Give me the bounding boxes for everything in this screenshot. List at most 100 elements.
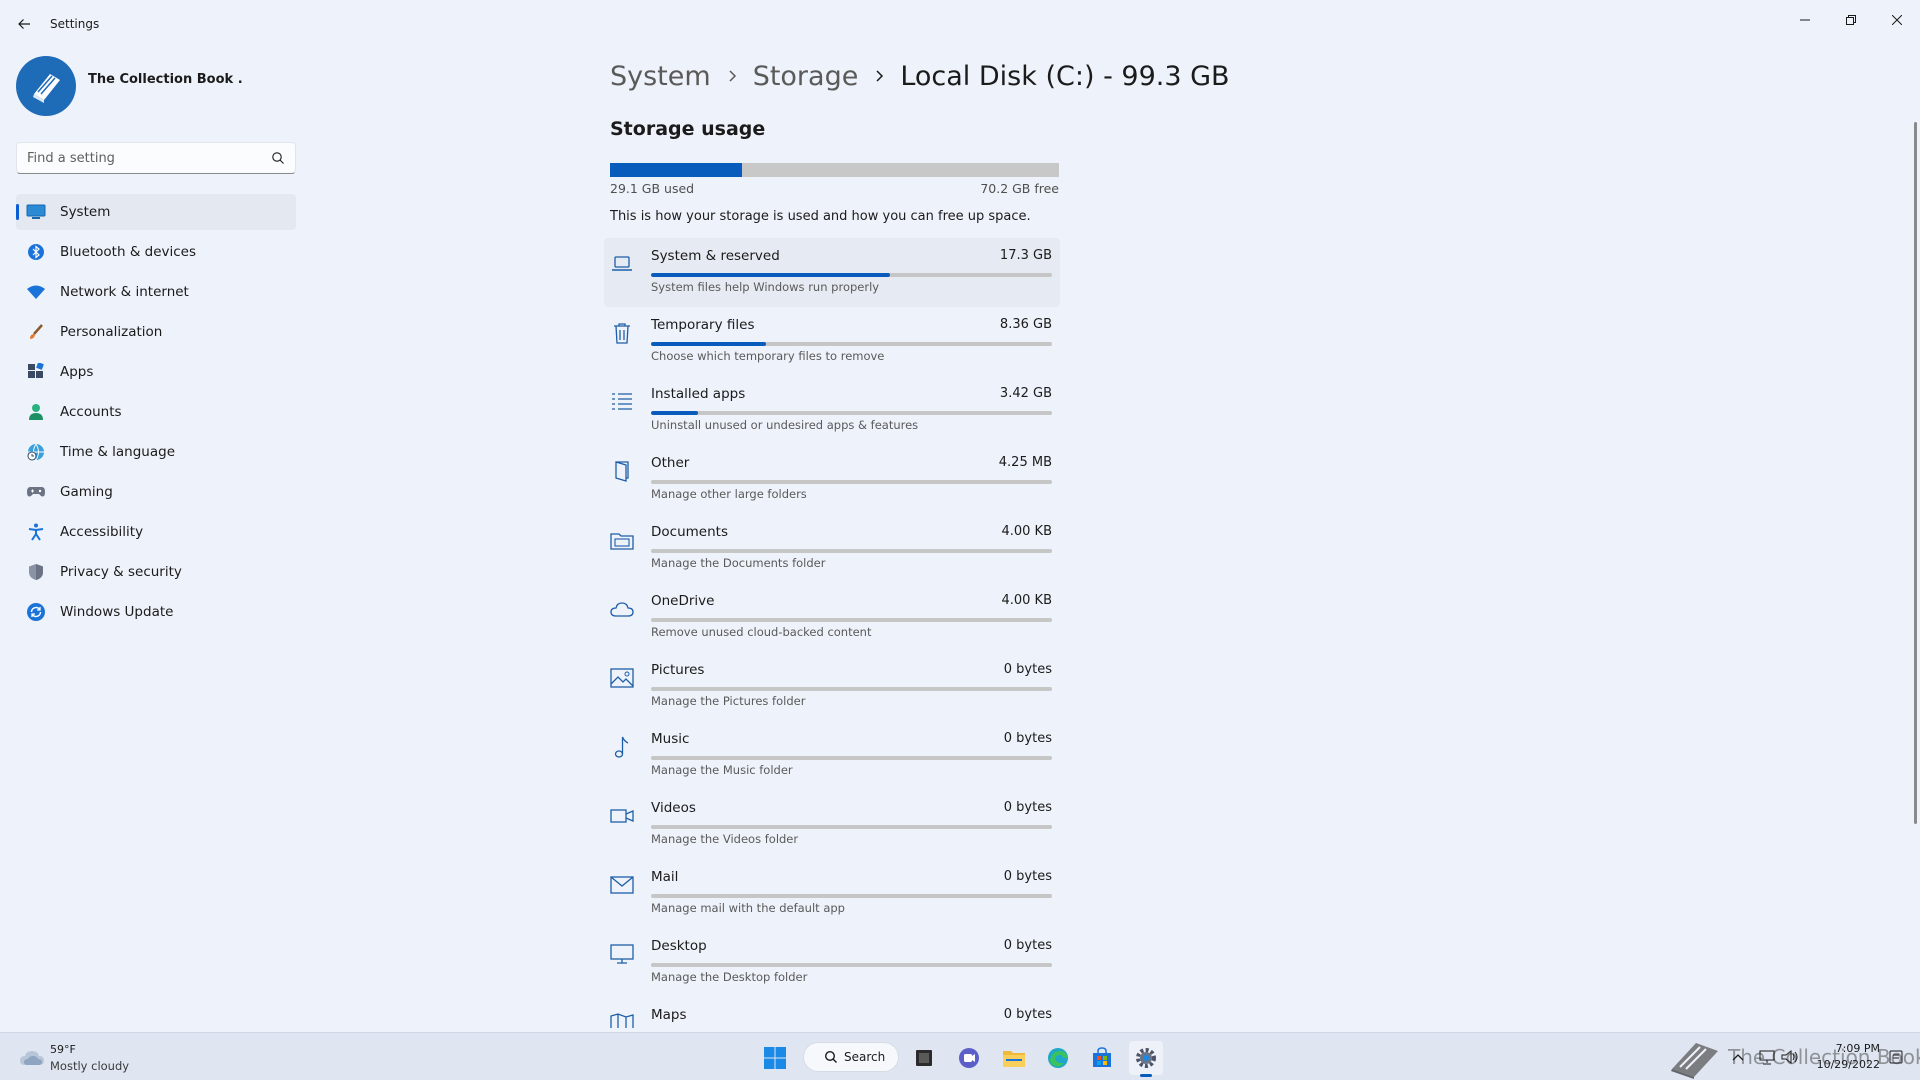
category-size: 3.42 GB [999,386,1052,401]
sidebar-item-privacy[interactable]: Privacy & security [16,554,296,590]
sidebar-item-gaming[interactable]: Gaming [16,474,296,510]
category-bar [651,342,1052,346]
close-icon [1892,15,1902,25]
category-name: Mail [651,869,679,885]
breadcrumb-system[interactable]: System [610,61,711,92]
minimize-button[interactable] [1782,4,1828,36]
category-size: 0 bytes [1003,800,1052,815]
sidebar-item-label: Apps [60,364,94,380]
category-name: Videos [651,800,696,816]
volume-button[interactable] [1780,1047,1800,1067]
notifications-button[interactable] [1886,1047,1906,1067]
scrollbar-thumb[interactable] [1914,122,1917,824]
desktop-icon [610,942,634,966]
sidebar-item-accounts[interactable]: Accounts [16,394,296,430]
category-description: Manage other large folders [651,487,807,501]
sidebar-item-accessibility[interactable]: Accessibility [16,514,296,550]
chevron-right-icon [711,69,753,83]
task-view-button[interactable] [907,1041,941,1075]
sidebar-item-apps[interactable]: Apps [16,354,296,390]
chevron-up-icon [1732,1054,1744,1061]
bluetooth-icon [26,242,46,262]
watermark-book-icon [1671,1043,1718,1079]
category-other[interactable]: Other 4.25 MB Manage other large folders [604,445,1060,514]
category-description: Manage mail with the default app [651,901,845,915]
restore-button[interactable] [1828,4,1874,36]
storage-usage-fill [610,163,742,177]
map-icon [610,1011,634,1028]
taskbar-search-button[interactable]: Search [803,1042,899,1072]
list-icon [610,390,634,414]
category-bar [651,756,1052,760]
category-pictures[interactable]: Pictures 0 bytes Manage the Pictures fol… [604,652,1060,721]
show-hidden-icons-button[interactable] [1730,1047,1746,1067]
sidebar-item-network[interactable]: Network & internet [16,274,296,310]
file-explorer-button[interactable] [997,1041,1031,1075]
network-status-button[interactable] [1756,1047,1778,1067]
shield-icon [26,562,46,582]
section-title: Storage usage [610,118,766,140]
category-system-reserved[interactable]: System & reserved 17.3 GB System files h… [604,238,1060,307]
breadcrumb-storage[interactable]: Storage [753,61,859,92]
chat-icon [959,1048,979,1068]
category-size: 4.00 KB [1001,524,1052,539]
storage-category-list: System & reserved 17.3 GB System files h… [604,238,1060,1028]
accessibility-icon [26,522,46,542]
teams-chat-button[interactable] [952,1041,986,1075]
sidebar-item-label: Accounts [60,404,122,420]
windows-logo-icon [764,1047,786,1069]
sidebar-item-windows-update[interactable]: Windows Update [16,594,296,630]
category-videos[interactable]: Videos 0 bytes Manage the Videos folder [604,790,1060,859]
category-maps[interactable]: Maps 0 bytes [604,997,1060,1028]
edge-browser-button[interactable] [1041,1041,1075,1075]
sidebar-item-label: Personalization [60,324,163,340]
cloud-weather-icon[interactable] [18,1043,46,1071]
category-description: Remove unused cloud-backed content [651,625,872,639]
category-description: Manage the Pictures folder [651,694,806,708]
start-button[interactable] [758,1041,792,1075]
title-bar: Settings [0,0,1920,48]
sidebar-item-personalization[interactable]: Personalization [16,314,296,350]
category-documents[interactable]: Documents 4.00 KB Manage the Documents f… [604,514,1060,583]
microsoft-store-button[interactable] [1085,1041,1119,1075]
category-name: Documents [651,524,728,540]
clock-date[interactable]: 10/29/2022 [1800,1058,1880,1071]
sidebar-item-label: Accessibility [60,524,144,540]
category-installed-apps[interactable]: Installed apps 3.42 GB Uninstall unused … [604,376,1060,445]
category-bar-fill [651,342,767,346]
back-button[interactable] [12,12,36,36]
page-title: Local Disk (C:) - 99.3 GB [900,60,1230,92]
category-music[interactable]: Music 0 bytes Manage the Music folder [604,721,1060,790]
settings-window: Settings The Collection Book . System [0,0,1920,1032]
category-temporary-files[interactable]: Temporary files 8.36 GB Choose which tem… [604,307,1060,376]
category-onedrive[interactable]: OneDrive 4.00 KB Remove unused cloud-bac… [604,583,1060,652]
sidebar-item-bluetooth[interactable]: Bluetooth & devices [16,234,296,270]
clock-time[interactable]: 7:09 PM [1800,1042,1880,1055]
brush-icon [26,322,46,342]
update-icon [26,602,46,622]
used-space-label: 29.1 GB used [610,181,695,196]
category-description: Choose which temporary files to remove [651,349,885,363]
category-bar [651,894,1052,898]
edge-icon [1048,1048,1068,1068]
search-icon [824,1050,837,1063]
picture-icon [610,666,634,690]
search-box[interactable] [16,142,296,174]
mail-icon [610,873,634,897]
category-mail[interactable]: Mail 0 bytes Manage mail with the defaul… [604,859,1060,928]
category-desktop[interactable]: Desktop 0 bytes Manage the Desktop folde… [604,928,1060,997]
category-name: Pictures [651,662,705,678]
gear-icon [1136,1048,1156,1068]
category-name: Maps [651,1007,687,1023]
close-button[interactable] [1874,4,1920,36]
settings-taskbar-button[interactable] [1129,1041,1163,1077]
taskbar: 59°F Mostly cloudy Search The Collection… [0,1032,1920,1080]
category-bar-fill [651,411,699,415]
sidebar-item-system[interactable]: System [16,194,296,230]
search-input[interactable] [27,143,257,173]
category-name: System & reserved [651,248,780,264]
sidebar-item-label: Network & internet [60,284,189,300]
avatar[interactable] [16,56,76,116]
sidebar-item-time-language[interactable]: Time & language [16,434,296,470]
category-size: 0 bytes [1003,938,1052,953]
